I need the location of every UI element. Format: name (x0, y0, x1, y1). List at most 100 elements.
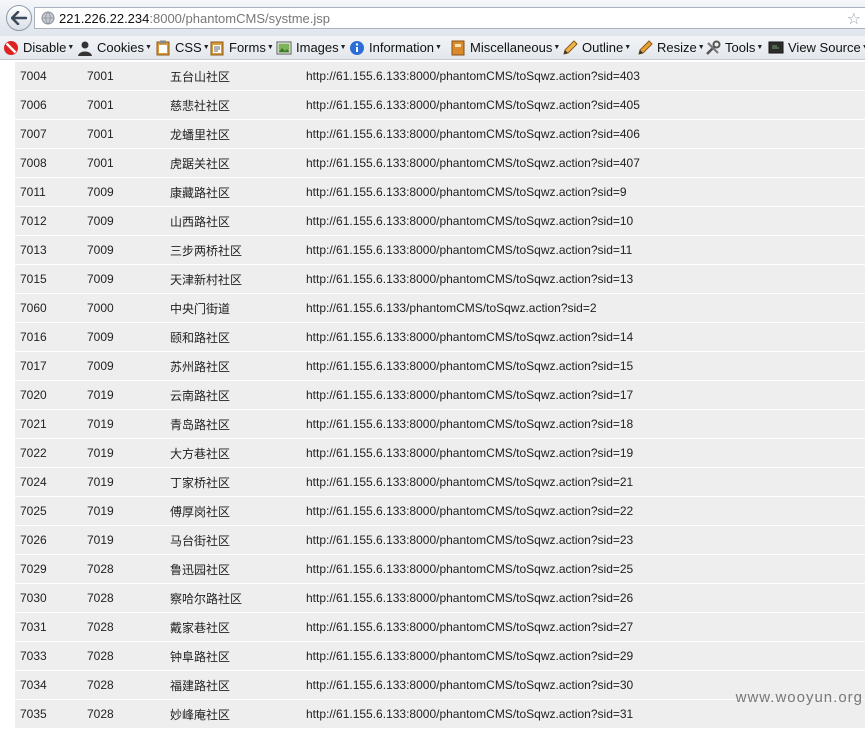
row-parent-id: 7028 (87, 699, 170, 729)
row-parent-id: 7000 (87, 293, 170, 323)
table-row: 7022 7019 大方巷社区 http://61.155.6.133:8000/ph… (15, 438, 865, 468)
table-row: 7006 7001 慈悲社社区 http://61.155.6.133:8000/ph… (15, 90, 865, 120)
row-name: 福建路社区 (170, 670, 306, 700)
table-row: 7021 7019 青岛路社区 http://61.155.6.133:8000/ph… (15, 409, 865, 439)
toolbar-label: Tools (725, 40, 756, 55)
row-name: 鲁迅园社区 (170, 554, 306, 584)
row-parent-id: 7028 (87, 612, 170, 642)
toolbar-label: Information (369, 40, 435, 55)
bookmark-star-icon[interactable]: ☆ (847, 9, 861, 29)
row-parent-id: 7028 (87, 583, 170, 613)
row-name: 察哈尔路社区 (170, 583, 306, 613)
row-id: 7030 (15, 583, 87, 613)
row-url: http://61.155.6.133:8000/phantomCMS/toSq… (306, 206, 865, 236)
table-row: 7020 7019 云南路社区 http://61.155.6.133:8000/ph… (15, 380, 865, 410)
row-id: 7024 (15, 467, 87, 497)
row-parent-id: 7019 (87, 525, 170, 555)
table-row: 7029 7028 鲁迅园社区 http://61.155.6.133:8000/ph… (15, 554, 865, 584)
person-icon (78, 41, 92, 56)
row-url: http://61.155.6.133:8000/phantomCMS/toSq… (306, 438, 865, 468)
monitor-icon (768, 41, 784, 53)
toolbar-item-tools[interactable]: Tools ▼ (705, 38, 763, 57)
row-url: http://61.155.6.133:8000/phantomCMS/toSq… (306, 641, 865, 671)
row-url: http://61.155.6.133:8000/phantomCMS/toSq… (306, 467, 865, 497)
row-url: http://61.155.6.133:8000/phantomCMS/toSq… (306, 177, 865, 207)
toolbar-label: Resize (657, 40, 697, 55)
dropdown-arrow-icon: ▼ (624, 44, 632, 51)
table-row: 7012 7009 山西路社区 http://61.155.6.133:8000/ph… (15, 206, 865, 236)
picture-icon (276, 41, 292, 54)
row-name: 戴家巷社区 (170, 612, 306, 642)
row-url: http://61.155.6.133:8000/phantomCMS/toSq… (306, 235, 865, 265)
row-url: http://61.155.6.133:8000/phantomCMS/toSq… (306, 496, 865, 526)
dropdown-arrow-icon: ▼ (144, 44, 152, 51)
clipboard-icon (156, 40, 170, 55)
table-row: 7031 7028 戴家巷社区 http://61.155.6.133:8000/ph… (15, 612, 865, 642)
toolbar-item-outline[interactable]: Outline ▼ (562, 38, 631, 57)
row-id: 7021 (15, 409, 87, 439)
back-button[interactable] (6, 5, 32, 31)
toolbar-label: Forms (229, 40, 266, 55)
row-id: 7026 (15, 525, 87, 555)
toolbar-item-css[interactable]: CSS ▼ (155, 38, 210, 57)
row-id: 7012 (15, 206, 87, 236)
row-name: 三步两桥社区 (170, 235, 306, 265)
table-row: 7033 7028 钟阜路社区 http://61.155.6.133:8000/ph… (15, 641, 865, 671)
table-row: 7013 7009 三步两桥社区 http://61.155.6.133:8000/p… (15, 235, 865, 265)
table-row: 7025 7019 傅厚岗社区 http://61.155.6.133:8000/ph… (15, 496, 865, 526)
row-url: http://61.155.6.133:8000/phantomCMS/toSq… (306, 264, 865, 294)
toolbar-item-view-source[interactable]: View Source▼ (768, 38, 865, 57)
toolbar-label: Disable (23, 40, 67, 55)
toolbar-item-information[interactable]: Information ▼ (349, 38, 442, 57)
table-row: 7011 7009 康藏路社区 http://61.155.6.133:8000/ph… (15, 177, 865, 207)
row-name: 云南路社区 (170, 380, 306, 410)
row-url: http://61.155.6.133:8000/phantomCMS/toSq… (306, 409, 865, 439)
toolbar-item-disable[interactable]: Disable ▼ (3, 38, 74, 57)
dropdown-arrow-icon: ▼ (756, 44, 764, 51)
web-developer-toolbar: Disable ▼ Cookies ▼ CSS ▼ Forms ▼ Images ▼ In… (0, 36, 865, 60)
table-row: 7060 7000 中央门街道 http://61.155.6.133/phantom… (15, 293, 865, 323)
pencil-resize-icon (638, 39, 653, 55)
row-parent-id: 7009 (87, 235, 170, 265)
dropdown-arrow-icon: ▼ (553, 44, 561, 51)
row-parent-id: 7028 (87, 641, 170, 671)
toolbar-item-images[interactable]: Images ▼ (276, 38, 347, 57)
row-name: 苏州路社区 (170, 351, 306, 381)
toolbar-item-cookies[interactable]: Cookies ▼ (77, 38, 152, 57)
url-path: :8000/phantomCMS/systme.jsp (149, 11, 331, 26)
row-id: 7031 (15, 612, 87, 642)
row-name: 天津新村社区 (170, 264, 306, 294)
url-text: 221.226.22.234:8000/phantomCMS/systme.js… (59, 11, 330, 26)
toolbar-item-forms[interactable]: Forms ▼ (209, 38, 274, 57)
row-name: 大方巷社区 (170, 438, 306, 468)
tools-icon (706, 40, 721, 55)
row-id: 7011 (15, 177, 87, 207)
row-parent-id: 7009 (87, 177, 170, 207)
row-parent-id: 7028 (87, 554, 170, 584)
dropdown-arrow-icon: ▼ (67, 44, 75, 51)
table-row: 7016 7009 颐和路社区 http://61.155.6.133:8000/ph… (15, 322, 865, 352)
row-name: 山西路社区 (170, 206, 306, 236)
pencil-icon (563, 39, 578, 55)
row-id: 7015 (15, 264, 87, 294)
row-url: http://61.155.6.133:8000/phantomCMS/toSq… (306, 90, 865, 120)
toolbar-item-miscellaneous[interactable]: Miscellaneous ▼ (450, 38, 560, 57)
table-row: 7017 7009 苏州路社区 http://61.155.6.133:8000/ph… (15, 351, 865, 381)
row-id: 7004 (15, 62, 87, 91)
row-parent-id: 7001 (87, 119, 170, 149)
url-input[interactable]: 221.226.22.234:8000/phantomCMS/systme.js… (34, 7, 865, 29)
row-parent-id: 7028 (87, 670, 170, 700)
row-id: 7060 (15, 293, 87, 323)
row-parent-id: 7019 (87, 409, 170, 439)
toolbar-label: Cookies (97, 40, 144, 55)
row-id: 7020 (15, 380, 87, 410)
toolbar-label: Images (296, 40, 339, 55)
row-url: http://61.155.6.133:8000/phantomCMS/toSq… (306, 583, 865, 613)
row-parent-id: 7019 (87, 467, 170, 497)
toolbar-label: Miscellaneous (470, 40, 553, 55)
toolbar-item-resize[interactable]: Resize ▼ (637, 38, 705, 57)
dropdown-arrow-icon: ▼ (339, 44, 347, 51)
row-name: 慈悲社社区 (170, 90, 306, 120)
row-parent-id: 7009 (87, 351, 170, 381)
row-name: 五台山社区 (170, 62, 306, 91)
